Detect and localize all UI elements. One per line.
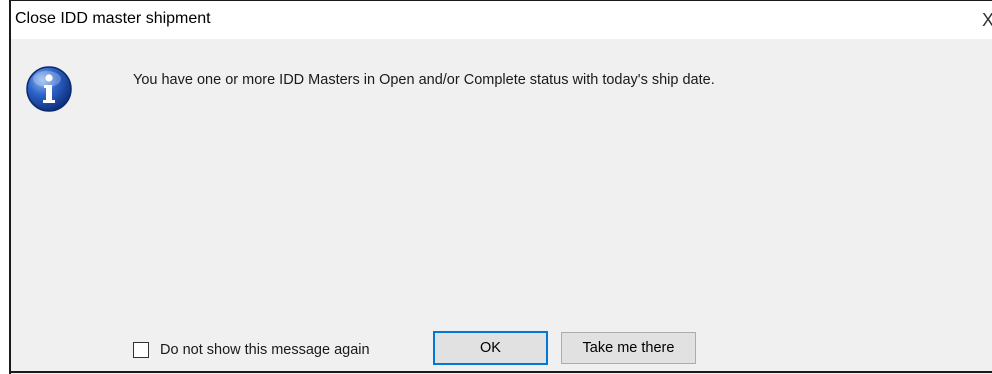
- take-me-there-button[interactable]: Take me there: [561, 332, 696, 364]
- close-button[interactable]: X: [982, 9, 992, 31]
- dialog-title: Close IDD master shipment: [15, 10, 211, 27]
- message-dialog: Close IDD master shipment X You have one…: [9, 0, 992, 374]
- dont-show-again-label: Do not show this message again: [160, 342, 370, 358]
- dont-show-again-checkbox[interactable]: [133, 342, 149, 358]
- dont-show-again-option[interactable]: Do not show this message again: [133, 340, 370, 360]
- title-bar: Close IDD master shipment X: [11, 0, 992, 39]
- dialog-bottom-border: [11, 371, 992, 373]
- dialog-message: You have one or more IDD Masters in Open…: [133, 72, 715, 88]
- ok-button[interactable]: OK: [433, 331, 548, 365]
- info-icon: [25, 65, 73, 113]
